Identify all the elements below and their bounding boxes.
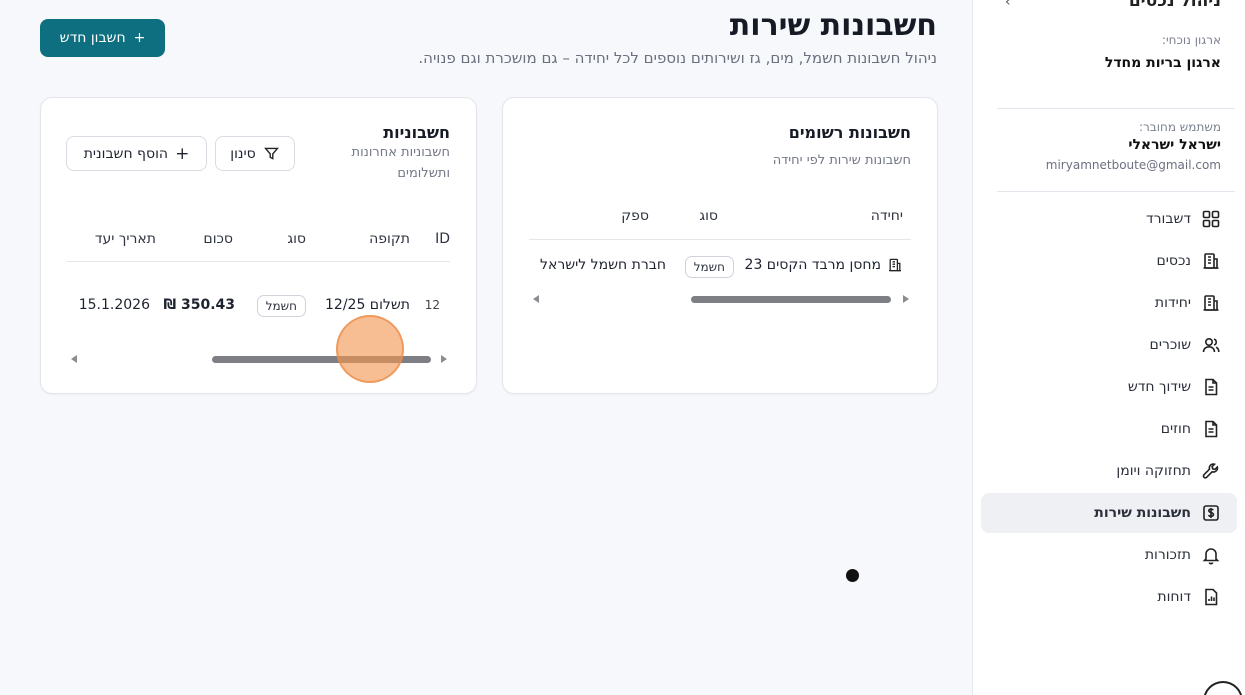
click-indicator xyxy=(336,315,404,383)
chat-widget-icon[interactable] xyxy=(1203,681,1243,695)
app-title: ניהול נכסים xyxy=(1128,0,1221,11)
sidebar-item-label: שוכרים xyxy=(1149,337,1191,353)
sidebar-item-label: חוזים xyxy=(1160,421,1191,437)
sidebar: ניהול נכסים ‹ ארגון נוכחי: ארגון בריות מ… xyxy=(972,0,1245,695)
card-subtitle: חשבוניות אחרונות ותשלומים xyxy=(351,145,450,181)
divider xyxy=(997,108,1235,109)
sidebar-item-label: דוחות xyxy=(1157,589,1191,605)
dashboard-icon xyxy=(1201,209,1221,229)
sidebar-item-label: שידוך חדש xyxy=(1127,379,1191,395)
sidebar-item-reminders[interactable]: תזכורות xyxy=(981,535,1237,575)
bell-icon xyxy=(1201,545,1221,565)
type-badge: חשמל xyxy=(256,295,306,317)
sidebar-item-label: תזכורות xyxy=(1144,547,1191,563)
scroll-right-icon[interactable] xyxy=(441,355,447,363)
document-icon xyxy=(1201,377,1221,397)
sidebar-item-reports[interactable]: דוחות xyxy=(981,577,1237,617)
add-invoice-label: הוסף חשבונית xyxy=(83,145,169,162)
building-icon xyxy=(1201,251,1221,271)
page-subtitle: ניהול חשבונות חשמל, מים, גז ושירותים נוס… xyxy=(418,49,937,67)
sidebar-item-label: נכסים xyxy=(1156,253,1191,269)
invoice-amount: ₪ 350.43 xyxy=(163,297,235,313)
plus-icon: + xyxy=(175,143,190,164)
filter-label: סינון xyxy=(230,145,256,162)
filter-button[interactable]: סינון xyxy=(215,136,295,171)
column-header-unit[interactable]: יחידה xyxy=(871,208,903,224)
column-header-type[interactable]: סוג xyxy=(699,208,718,224)
registered-accounts-card: חשבונות רשומים חשבונות שירות לפי יחידה י… xyxy=(502,97,938,394)
sidebar-item-label: תחזוקה ויומן xyxy=(1116,463,1191,479)
filter-icon xyxy=(263,147,279,160)
type-badge: חשמל xyxy=(684,256,734,278)
column-header-due-date[interactable]: תאריך יעד xyxy=(95,231,156,247)
document-icon xyxy=(1201,419,1221,439)
sidebar-item-units[interactable]: יחידות xyxy=(981,283,1237,323)
column-header-type[interactable]: סוג xyxy=(287,231,306,247)
sidebar-item-maintenance[interactable]: תחזוקה ויומן xyxy=(981,451,1237,491)
provider-name: חברת חשמל לישראל xyxy=(540,257,666,273)
new-account-label: חשבון חדש xyxy=(59,30,126,46)
sidebar-item-label: דשבורד xyxy=(1145,211,1191,227)
invoice-due-date: 15.1.2026 xyxy=(78,297,150,313)
sidebar-item-properties[interactable]: נכסים xyxy=(981,241,1237,281)
column-header-provider[interactable]: ספק xyxy=(621,208,649,224)
card-subtitle: חשבונות שירות לפי יחידה xyxy=(772,153,911,168)
report-icon xyxy=(1201,587,1221,607)
divider xyxy=(67,261,450,262)
scroll-left-icon[interactable] xyxy=(533,295,539,303)
sidebar-item-tenants[interactable]: שוכרים xyxy=(981,325,1237,365)
users-icon xyxy=(1201,335,1221,355)
org-name[interactable]: ארגון בריות מחדל xyxy=(1105,55,1221,71)
building-icon xyxy=(1201,293,1221,313)
unit-name: מחסן מרבד הקסים 23 xyxy=(744,257,881,273)
scrollbar-thumb[interactable] xyxy=(691,296,891,303)
divider xyxy=(997,191,1235,192)
invoice-id: 12 xyxy=(424,298,440,312)
org-label: ארגון נוכחי: xyxy=(1161,33,1221,47)
add-invoice-button[interactable]: + הוסף חשבונית xyxy=(66,136,207,171)
dollar-icon xyxy=(1201,503,1221,523)
invoice-period: תשלום 12/25 xyxy=(325,297,410,313)
divider xyxy=(529,239,911,240)
horizontal-scrollbar[interactable] xyxy=(533,292,909,306)
building-icon xyxy=(889,258,901,272)
column-header-id[interactable]: ID xyxy=(435,231,450,247)
sidebar-item-utility-bills[interactable]: חשבונות שירות xyxy=(981,493,1237,533)
user-email: miryamnetboute@gmail.com xyxy=(1045,158,1221,172)
invoices-card: חשבוניות חשבוניות אחרונות ותשלומים סינון… xyxy=(40,97,477,394)
sidebar-item-contracts[interactable]: חוזים xyxy=(981,409,1237,449)
sidebar-item-dashboard[interactable]: דשבורד xyxy=(981,199,1237,239)
wrench-icon xyxy=(1201,461,1221,481)
scroll-left-icon[interactable] xyxy=(71,355,77,363)
card-title: חשבוניות xyxy=(383,123,450,142)
sidebar-item-new-match[interactable]: שידוך חדש xyxy=(981,367,1237,407)
sidebar-item-label: חשבונות שירות xyxy=(1094,505,1191,521)
sidebar-item-label: יחידות xyxy=(1154,295,1191,311)
column-header-period[interactable]: תקופה xyxy=(369,231,410,247)
column-header-amount[interactable]: סכום xyxy=(203,231,233,247)
scroll-right-icon[interactable] xyxy=(903,295,909,303)
sidebar-nav: דשבורד נכסים יחידות שוכרים שידוך חדש חוז… xyxy=(981,199,1237,619)
user-label: משתמש מחובר: xyxy=(1138,120,1221,134)
collapse-sidebar-icon[interactable]: ‹ xyxy=(1005,0,1011,10)
page-title: חשבונות שירות xyxy=(729,8,937,43)
card-title: חשבונות רשומים xyxy=(788,123,911,142)
user-name: ישראל ישראלי xyxy=(1128,137,1221,153)
plus-icon: + xyxy=(133,30,146,46)
new-account-button[interactable]: + חשבון חדש xyxy=(40,19,165,57)
mouse-pointer-dot xyxy=(846,569,859,582)
